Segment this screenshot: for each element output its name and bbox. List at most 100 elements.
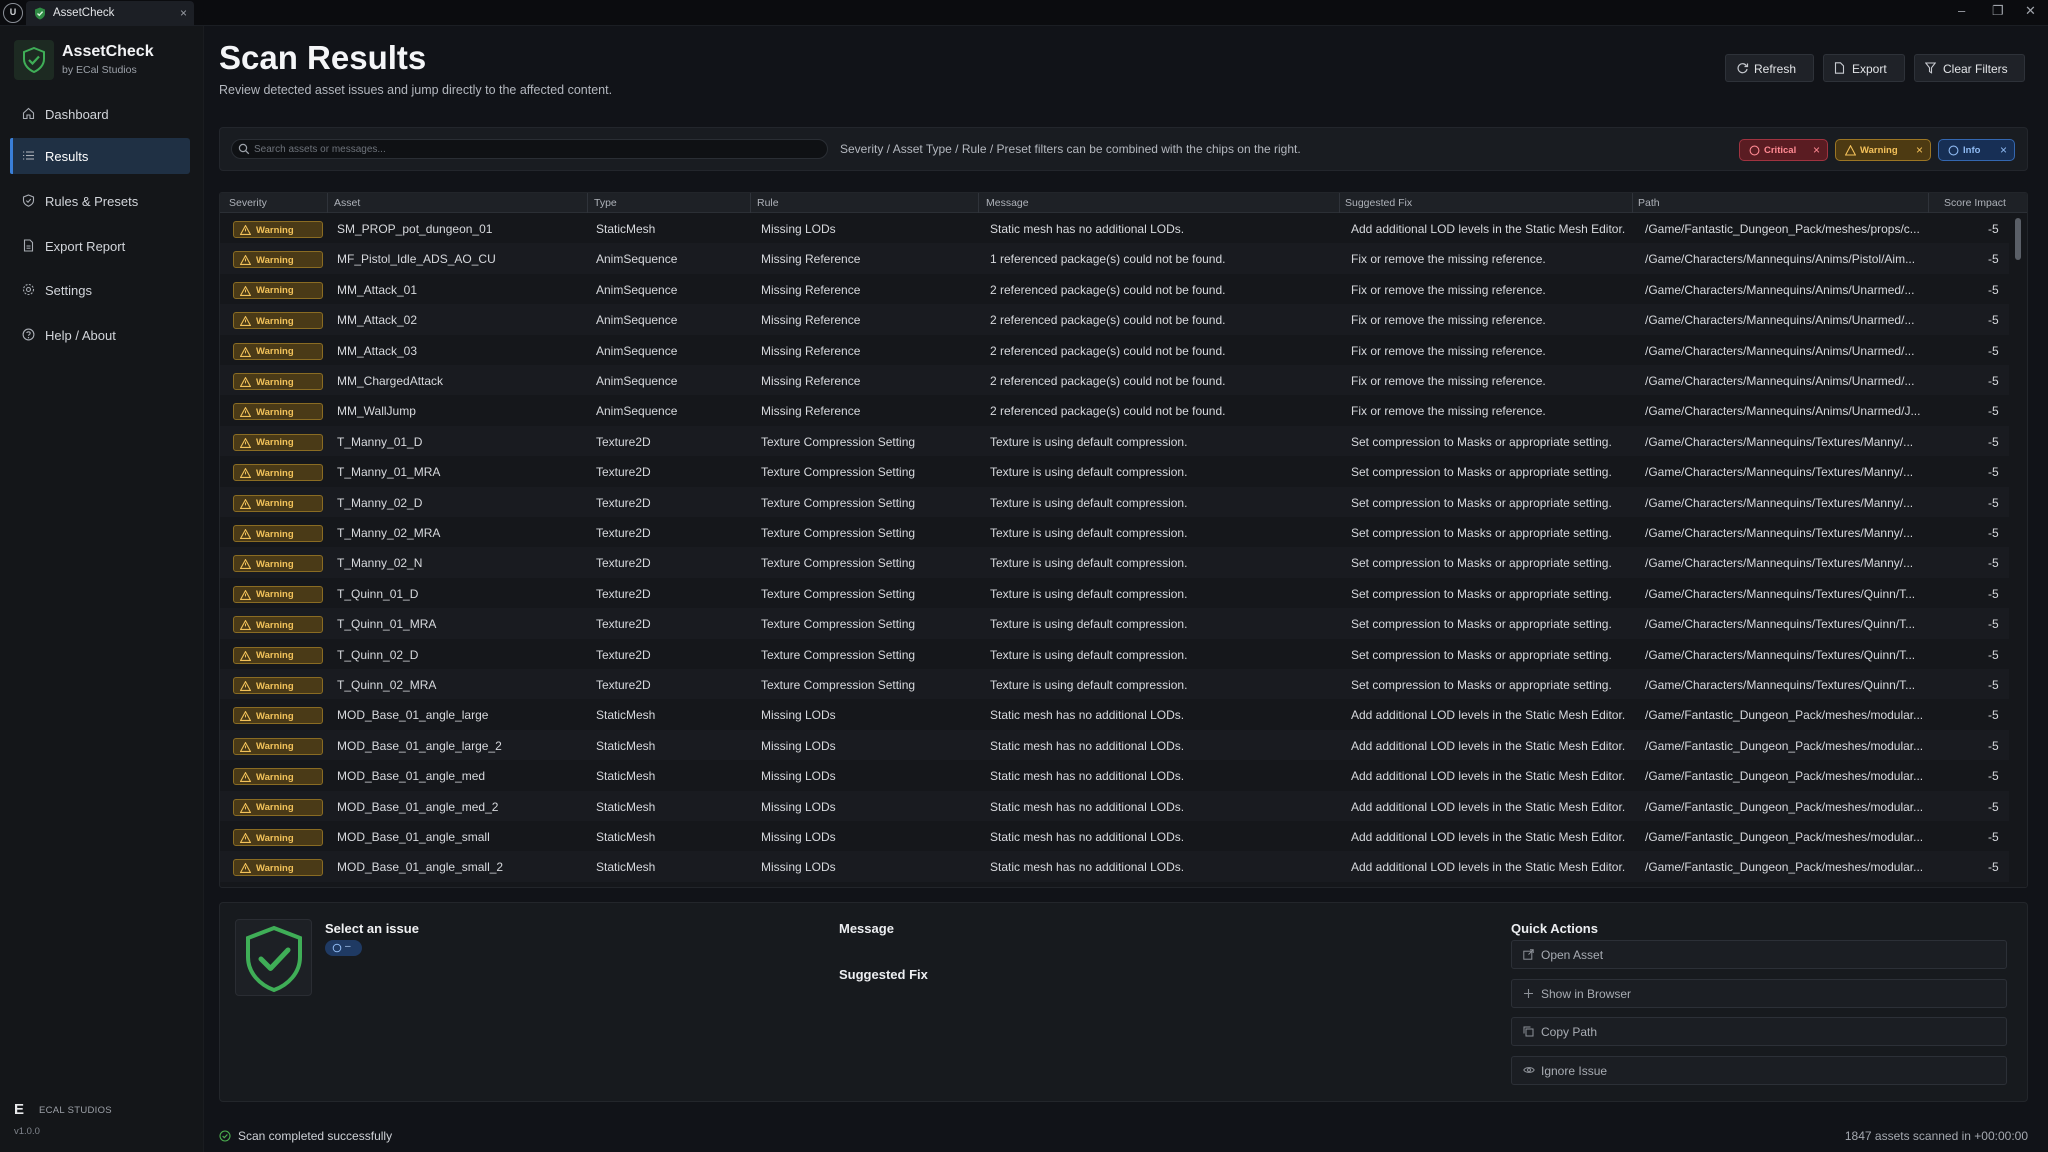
cell-path: /Game/Characters/Mannequins/Anims/Unarme… — [1645, 404, 1921, 419]
copy-path-button[interactable]: Copy Path — [1511, 1017, 2007, 1046]
table-row[interactable]: Warning T_Manny_01_D Texture2D Texture Comp… — [220, 425, 2010, 457]
warning-triangle-icon — [240, 225, 251, 235]
remove-chip-icon[interactable]: × — [1813, 143, 1820, 157]
minimize-button[interactable]: – — [1958, 3, 1965, 18]
column-divider[interactable] — [1339, 193, 1340, 213]
show-in-browser-button[interactable]: Show in Browser — [1511, 979, 2007, 1008]
cell-score-impact: -5 — [1988, 404, 1999, 419]
shield-icon — [22, 194, 35, 207]
sidebar-item-help-about[interactable]: Help / About — [10, 317, 190, 353]
severity-label: Warning — [256, 741, 294, 753]
column-divider[interactable] — [1632, 193, 1633, 213]
column-header-suggested-fix[interactable]: Suggested Fix — [1345, 197, 1412, 209]
table-row[interactable]: Warning MM_WallJump AnimSequence Missing Re… — [220, 395, 2010, 425]
cell-type: Texture2D — [596, 556, 651, 571]
table-row[interactable]: Warning MOD_Base_01_angle_large StaticMesh… — [220, 699, 2010, 729]
table-row[interactable]: Warning MM_Attack_02 AnimSequence Missing R… — [220, 304, 2010, 335]
cell-message: Texture is using default compression. — [990, 647, 1188, 662]
table-row[interactable]: Warning MM_Attack_01 AnimSequence Missing R… — [220, 274, 2010, 304]
column-divider[interactable] — [327, 193, 328, 213]
severity-badge: Warning — [233, 281, 323, 299]
severity-label: Warning — [256, 680, 294, 692]
cell-suggested-fix: Fix or remove the missing reference. — [1351, 282, 1546, 297]
table-row[interactable]: Warning T_Manny_02_N Texture2D Texture Comp… — [220, 547, 2010, 578]
ignore-issue-button[interactable]: Ignore Issue — [1511, 1056, 2007, 1085]
column-header-path[interactable]: Path — [1638, 197, 1660, 209]
refresh-button[interactable]: Refresh — [1725, 54, 1814, 82]
search-input[interactable] — [254, 141, 814, 157]
column-header-severity[interactable]: Severity — [229, 197, 267, 209]
column-header-asset[interactable]: Asset — [334, 197, 360, 209]
column-divider[interactable] — [978, 193, 979, 213]
table-row[interactable]: Warning MOD_Base_01_angle_med StaticMesh Mi… — [220, 760, 2010, 790]
sidebar-item-dashboard[interactable]: Dashboard — [10, 96, 190, 132]
clear-filters-button[interactable]: Clear Filters — [1914, 54, 2025, 82]
chip-warning[interactable]: Warning × — [1835, 139, 1931, 161]
table-row[interactable]: Warning SM_PROP_pot_dungeon_01 StaticMesh M… — [220, 213, 2010, 243]
severity-badge: Warning — [233, 798, 323, 816]
severity-label: Warning — [256, 528, 294, 540]
table-row[interactable]: Warning MM_ChargedAttack AnimSequence Missi… — [220, 365, 2010, 396]
cell-path: /Game/Fantastic_Dungeon_Pack/meshes/prop… — [1645, 222, 1920, 236]
company-logo-letter: E — [14, 1101, 25, 1118]
sidebar-item-export-report[interactable]: Export Report — [10, 228, 190, 264]
cell-message: Static mesh has no additional LODs. — [990, 222, 1185, 236]
remove-chip-icon[interactable]: × — [1916, 143, 1923, 157]
table-row[interactable]: Warning T_Quinn_02_MRA Texture2D Texture Co… — [220, 669, 2010, 700]
table-row[interactable]: Warning T_Quinn_01_MRA Texture2D Texture Co… — [220, 608, 2010, 639]
close-tab-icon[interactable]: × — [180, 6, 187, 20]
cell-score-impact: -5 — [1988, 434, 1999, 449]
table-row[interactable]: Warning T_Quinn_02_D Texture2D Texture Comp… — [220, 639, 2010, 669]
table-row[interactable]: Warning T_Quinn_01_D Texture2D Texture Comp… — [220, 578, 2010, 608]
cell-path: /Game/Fantastic_Dungeon_Pack/meshes/modu… — [1645, 738, 1923, 753]
page-title: Scan Results — [219, 39, 427, 76]
column-header-type[interactable]: Type — [594, 197, 617, 209]
cell-type: Texture2D — [596, 465, 651, 480]
column-header-message[interactable]: Message — [986, 197, 1029, 209]
sidebar-item-results[interactable]: Results — [10, 138, 190, 174]
table-row[interactable]: Warning MOD_Base_01_angle_small_2 StaticMe… — [220, 851, 2010, 882]
cell-type: StaticMesh — [596, 769, 656, 784]
column-divider[interactable] — [1928, 193, 1929, 213]
close-window-button[interactable]: ✕ — [2025, 3, 2036, 19]
export-button[interactable]: Export — [1823, 54, 1905, 82]
cell-score-impact: -5 — [1988, 313, 1999, 328]
sidebar-item-settings[interactable]: Settings — [10, 272, 190, 308]
column-header-rule[interactable]: Rule — [757, 197, 779, 209]
filter-icon — [1925, 62, 1936, 74]
open-asset-button[interactable]: Open Asset — [1511, 940, 2007, 969]
scrollbar[interactable] — [2009, 213, 2027, 887]
sidebar-item-rules-presets[interactable]: Rules & Presets — [10, 183, 190, 219]
tab-label: AssetCheck — [53, 7, 115, 19]
restore-button[interactable]: ❐ — [1992, 3, 2004, 19]
search-box[interactable] — [231, 139, 828, 159]
chip-critical[interactable]: Critical × — [1739, 139, 1828, 161]
table-row[interactable]: Warning MOD_Base_01_angle_large_2 StaticMe… — [220, 729, 2010, 761]
cell-asset: MF_Pistol_Idle_ADS_AO_CU — [337, 252, 496, 267]
table-row[interactable]: Warning MF_Pistol_Idle_ADS_AO_CU AnimSeque… — [220, 243, 2010, 274]
cell-path: /Game/Characters/Mannequins/Anims/Unarme… — [1645, 374, 1915, 388]
scrollbar-thumb[interactable] — [2015, 218, 2021, 260]
remove-chip-icon[interactable]: × — [2000, 143, 2007, 157]
cell-rule: Missing LODs — [761, 769, 836, 784]
cell-asset: MM_Attack_03 — [337, 343, 418, 358]
table-row[interactable]: Warning T_Manny_02_MRA Texture2D Texture Co… — [220, 517, 2010, 547]
column-header-score-impact[interactable]: Score Impact — [1944, 197, 2006, 209]
table-row[interactable]: Warning T_Manny_02_D Texture2D Texture Comp… — [220, 486, 2010, 517]
cell-path: /Game/Characters/Mannequins/Textures/Man… — [1645, 495, 1914, 510]
severity-badge: Warning — [233, 464, 323, 482]
table-row[interactable]: Warning MOD_Base_01_angle_med_2 StaticMesh… — [220, 790, 2010, 821]
table-row[interactable]: Warning T_Manny_01_MRA Texture2D Texture Co… — [220, 456, 2010, 486]
column-divider[interactable] — [587, 193, 588, 213]
column-divider[interactable] — [750, 193, 751, 213]
cell-asset: T_Manny_01_MRA — [337, 465, 441, 480]
unreal-logo-icon[interactable]: U — [3, 3, 23, 23]
cell-path: /Game/Characters/Mannequins/Textures/Man… — [1645, 465, 1914, 480]
cell-message: Static mesh has no additional LODs. — [990, 769, 1185, 784]
company-name: ECAL STUDIOS — [39, 1105, 112, 1116]
table-row[interactable]: Warning MOD_Base_01_angle_small StaticMesh… — [220, 821, 2010, 851]
severity-label: Warning — [256, 285, 294, 297]
table-row[interactable]: Warning MM_Attack_03 AnimSequence Missing R… — [220, 335, 2010, 365]
tab-assetcheck[interactable]: AssetCheck × — [26, 1, 194, 26]
chip-info[interactable]: Info × — [1938, 139, 2015, 161]
